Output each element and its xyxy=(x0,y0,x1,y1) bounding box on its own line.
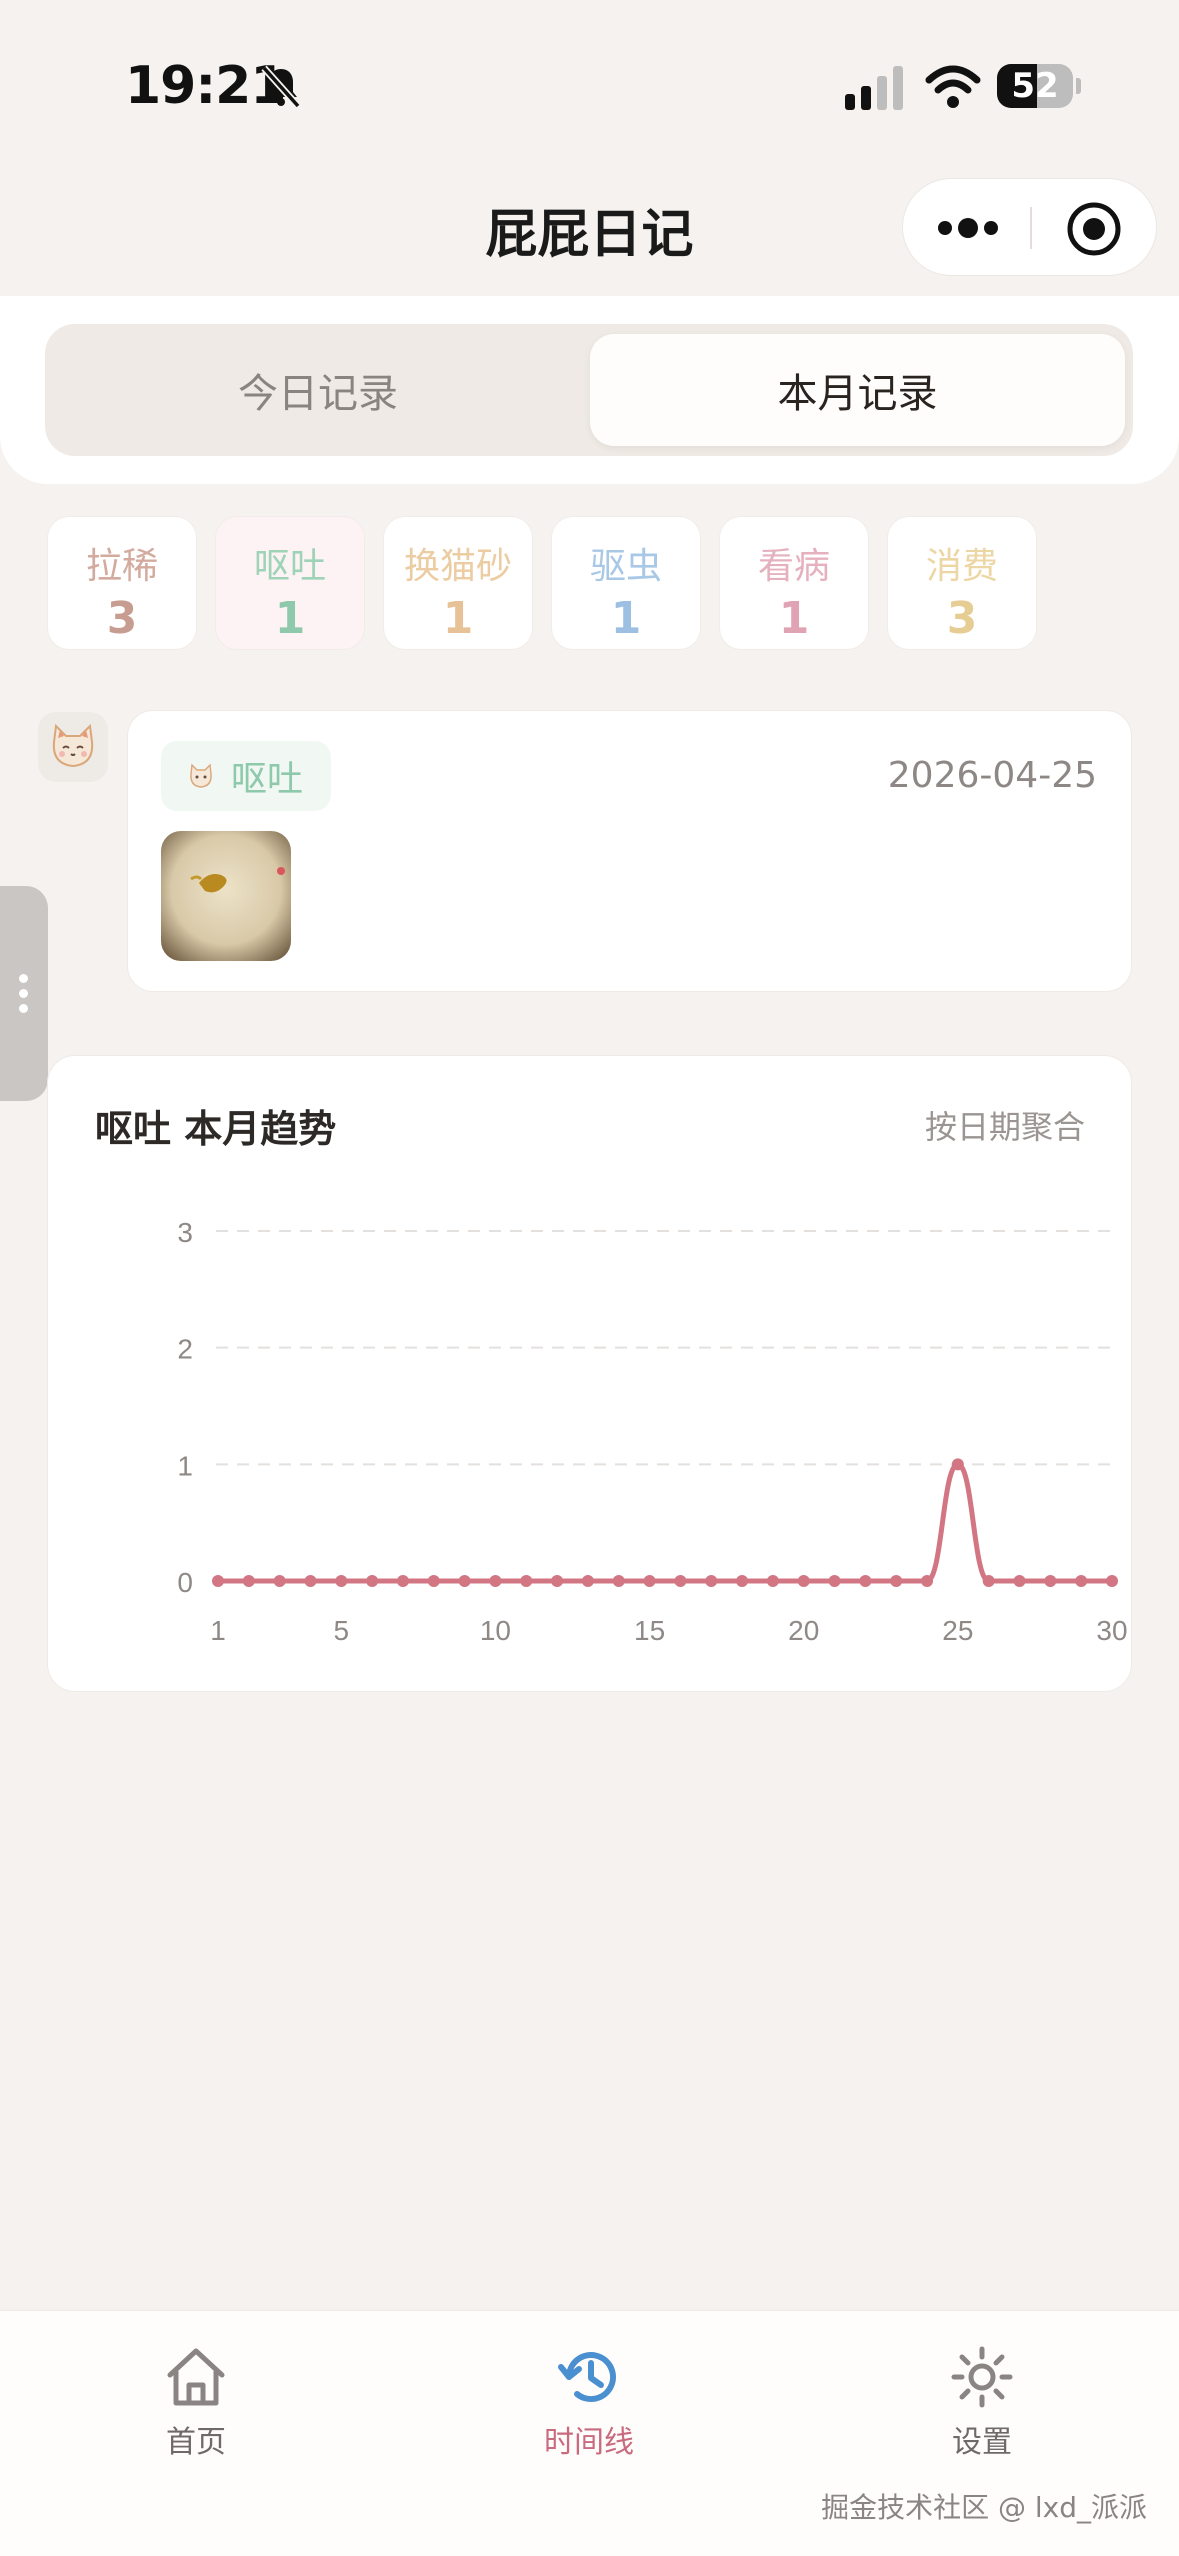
data-point xyxy=(273,1575,286,1587)
record-photo[interactable] xyxy=(161,831,291,961)
x-tick-label: 10 xyxy=(480,1615,511,1646)
stat-card[interactable]: 看病 1 xyxy=(719,516,869,650)
record-card[interactable]: 呕吐 2026-04-25 xyxy=(127,710,1132,992)
data-point xyxy=(242,1575,255,1587)
data-point xyxy=(674,1575,687,1587)
data-point xyxy=(520,1575,533,1587)
header-panel: 今日记录 本月记录 xyxy=(0,296,1179,484)
battery-icon: 52 xyxy=(997,64,1081,108)
stat-count: 3 xyxy=(946,593,978,644)
tab-today[interactable]: 今日记录 xyxy=(53,334,583,446)
close-mini-program-icon[interactable] xyxy=(1066,201,1122,257)
battery-level: 52 xyxy=(1011,66,1059,106)
history-icon xyxy=(558,2352,616,2403)
record-tabs: 今日记录 本月记录 xyxy=(45,324,1133,456)
data-point xyxy=(890,1575,903,1587)
bell-off-icon xyxy=(261,65,301,109)
record-date: 2026-04-25 xyxy=(887,755,1097,796)
x-tick-label: 30 xyxy=(1096,1615,1127,1646)
data-point xyxy=(828,1575,841,1587)
mini-program-capsule xyxy=(902,178,1157,276)
y-tick-label: 0 xyxy=(177,1567,193,1598)
capsule-divider xyxy=(1030,207,1032,249)
home-icon xyxy=(167,2348,225,2406)
data-point xyxy=(489,1575,502,1587)
x-tick-label: 1 xyxy=(210,1615,226,1646)
y-tick-label: 2 xyxy=(177,1334,193,1365)
tabbar-home[interactable]: 首页 xyxy=(96,2321,296,2461)
stat-count: 1 xyxy=(778,593,810,644)
data-point xyxy=(859,1575,872,1587)
status-bar: 19:21 52 xyxy=(0,0,1179,150)
stat-card[interactable]: 消费 3 xyxy=(887,516,1037,650)
data-point xyxy=(736,1575,749,1587)
data-point xyxy=(921,1575,934,1587)
stat-label: 驱虫 xyxy=(589,546,662,587)
bottom-tab-bar: 首页 时间线 设置 掘金技术社区 @ lxd_派派 xyxy=(0,2310,1179,2556)
data-point xyxy=(366,1575,379,1587)
data-point xyxy=(304,1575,317,1587)
record-tag: 呕吐 xyxy=(161,741,331,811)
stat-label: 拉稀 xyxy=(85,546,158,587)
data-point xyxy=(705,1575,718,1587)
cat-face-icon xyxy=(52,723,94,768)
data-point xyxy=(551,1575,564,1587)
cat-face-icon xyxy=(190,763,212,788)
x-tick-label: 25 xyxy=(942,1615,973,1646)
data-point xyxy=(1044,1575,1057,1587)
stat-card[interactable]: 呕吐 1 xyxy=(215,516,365,650)
stat-label: 呕吐 xyxy=(253,546,326,587)
more-icon[interactable] xyxy=(933,203,1003,253)
stat-label: 消费 xyxy=(925,546,998,587)
stat-count: 1 xyxy=(274,593,306,644)
data-point xyxy=(1013,1575,1026,1587)
tabbar-timeline-label: 时间线 xyxy=(544,2425,634,2460)
data-point xyxy=(458,1575,471,1587)
stat-card[interactable]: 驱虫 1 xyxy=(551,516,701,650)
data-point xyxy=(612,1575,625,1587)
record-tag-label: 呕吐 xyxy=(231,759,304,800)
stat-count: 1 xyxy=(610,593,642,644)
stat-count: 1 xyxy=(442,593,474,644)
trend-chart-card: 呕吐 本月趋势 按日期聚合 0 1 2 3 1 5 10 15 20 25 30 xyxy=(47,1055,1132,1692)
stat-card[interactable]: 换猫砂 1 xyxy=(383,516,533,650)
y-tick-label: 1 xyxy=(177,1450,193,1481)
tabbar-settings-label: 设置 xyxy=(952,2425,1012,2460)
data-point xyxy=(797,1575,810,1587)
x-tick-label: 20 xyxy=(788,1615,819,1646)
stat-label: 换猫砂 xyxy=(403,546,512,587)
cat-avatar xyxy=(38,712,108,782)
tabbar-settings[interactable]: 设置 xyxy=(882,2321,1082,2461)
wifi-icon xyxy=(925,65,981,108)
data-point xyxy=(982,1575,995,1587)
x-tick-label: 15 xyxy=(634,1615,665,1646)
y-tick-label: 3 xyxy=(177,1217,193,1248)
data-point xyxy=(951,1458,964,1471)
x-tick-label: 5 xyxy=(334,1615,350,1646)
signal-icon xyxy=(845,66,903,110)
stat-label: 看病 xyxy=(757,546,830,587)
watermark: 掘金技术社区 @ lxd_派派 xyxy=(821,2491,1147,2524)
side-drawer-handle[interactable] xyxy=(0,886,48,1101)
data-point xyxy=(1075,1575,1088,1587)
tabbar-timeline[interactable]: 时间线 xyxy=(489,2321,689,2461)
data-point xyxy=(1106,1575,1118,1587)
tabbar-home-label: 首页 xyxy=(166,2425,226,2460)
data-point xyxy=(643,1575,656,1587)
data-point xyxy=(766,1575,779,1587)
trend-chart: 01231 5 10 15 20 25 30 xyxy=(177,1217,1127,1646)
data-point xyxy=(335,1575,348,1587)
tab-month[interactable]: 本月记录 xyxy=(590,334,1125,446)
data-point xyxy=(396,1575,409,1587)
gear-icon xyxy=(951,2346,1013,2408)
data-point xyxy=(581,1575,594,1587)
stat-card[interactable]: 拉稀 3 xyxy=(47,516,197,650)
data-point xyxy=(427,1575,440,1587)
stat-count: 3 xyxy=(106,593,138,644)
data-point xyxy=(212,1575,224,1587)
series-line xyxy=(215,1461,1115,1584)
